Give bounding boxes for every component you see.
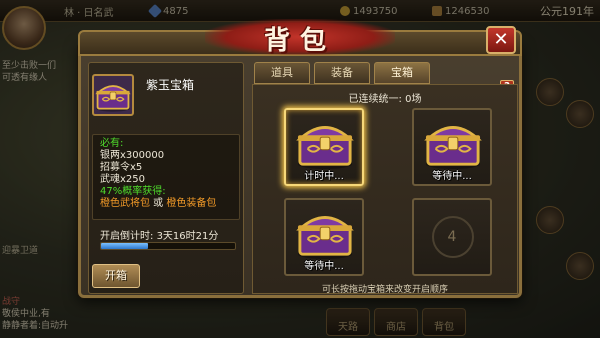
tab-items[interactable]: 道具 [254, 62, 310, 84]
tab-chests[interactable]: 宝箱 [374, 62, 430, 84]
chest-slot-status: 等待中... [432, 171, 472, 182]
treasure-chest-icon [95, 85, 131, 112]
chest-slot-status: 等待中... [304, 261, 344, 272]
reward-recruit: 招募令x5 [100, 162, 143, 173]
close-button[interactable]: ✕ [486, 26, 516, 54]
countdown: 开启倒计时: 3天16时21分 [100, 227, 218, 242]
chance-options: 橙色武将包 或 橙色装备包 [100, 198, 216, 209]
open-chest-button[interactable]: 开箱 [92, 264, 140, 288]
chest-slot-3[interactable]: 等待中... [284, 198, 364, 276]
chest-slot-4-empty[interactable]: 4 [412, 198, 492, 276]
streak-text: 已连续统一: 0场 [348, 94, 422, 105]
chest-slot-1[interactable]: 计时中... [284, 108, 364, 186]
countdown-progress-fill [101, 243, 148, 249]
chance-or: 或 [150, 198, 167, 209]
countdown-progress-bar [100, 242, 236, 250]
treasure-chest-icon [296, 216, 354, 260]
chest-slot-status: 计时中... [304, 171, 344, 182]
must-have-label: 必有: [100, 138, 124, 149]
chance-label: 47%概率获得: [100, 186, 166, 197]
drag-hint: 可长按拖动宝箱来改变开启顺序 [321, 285, 448, 295]
reward-weapon: 武魂x250 [100, 174, 146, 185]
treasure-chest-icon [424, 126, 482, 170]
tab-equipment[interactable]: 装备 [314, 62, 370, 84]
chest-slot-2[interactable]: 等待中... [412, 108, 492, 186]
panel-title: 背包 [263, 26, 336, 56]
empty-slot-number: 4 [447, 229, 457, 245]
chance-option-b: 橙色装备包 [166, 198, 217, 209]
reward-silver: 银两x300000 [100, 150, 165, 161]
countdown-label: 开启倒计时: [100, 231, 154, 242]
chance-option-a: 橙色武将包 [100, 198, 150, 209]
treasure-chest-icon [296, 126, 354, 170]
countdown-value: 3天16时21分 [156, 231, 219, 242]
item-thumbnail [92, 74, 134, 116]
item-name: 紫玉宝箱 [146, 78, 195, 92]
